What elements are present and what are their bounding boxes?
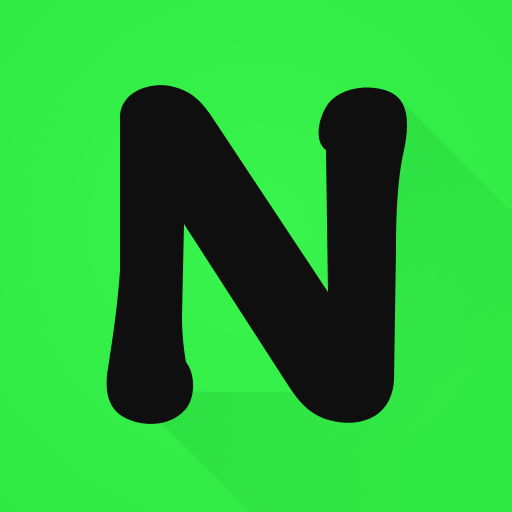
app-icon-artwork (0, 0, 512, 512)
app-icon[interactable] (0, 0, 512, 512)
